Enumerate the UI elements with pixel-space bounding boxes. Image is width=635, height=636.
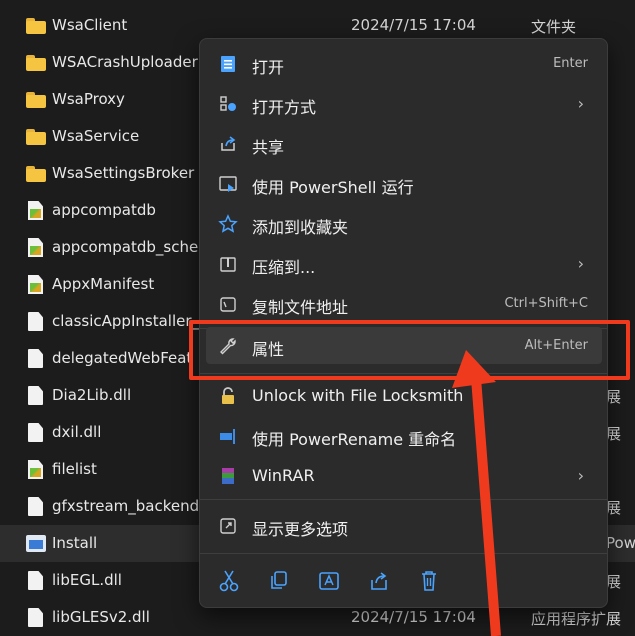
xml-file-icon (28, 238, 43, 257)
copy-path-icon (220, 297, 236, 312)
file-name: Dia2Lib.dll (52, 386, 132, 404)
menu-item-properties[interactable]: 属性 Alt+Enter (206, 327, 602, 364)
file-name: classicAppInstaller_ (52, 312, 200, 330)
menu-item-shortcut: Alt+Enter (524, 338, 588, 353)
chevron-right-icon: › (577, 466, 584, 485)
menu-item-label: WinRAR (252, 466, 315, 485)
folder-icon (26, 92, 46, 108)
file-name: AppxManifest (52, 275, 155, 293)
file-icon (28, 349, 43, 368)
dll-file-icon (28, 423, 43, 442)
cut-icon[interactable] (214, 567, 244, 595)
menu-item-compress[interactable]: 压缩到... › (206, 245, 602, 282)
menu-item-powershell[interactable]: 使用 PowerShell 运行 (206, 165, 602, 202)
menu-item-open[interactable]: 打开 Enter (206, 45, 602, 82)
file-name: appcompatdb (52, 201, 156, 219)
file-date: 2024/7/15 17:04 (351, 16, 476, 34)
file-name: WsaService (52, 127, 140, 145)
dll-file-icon (28, 386, 43, 405)
xml-file-icon (28, 275, 43, 294)
menu-item-more-options[interactable]: 显示更多选项 (206, 507, 602, 544)
file-date: 2024/7/15 17:04 (351, 608, 476, 626)
file-icon (28, 312, 43, 331)
menu-item-open-with[interactable]: 打开方式 › (206, 85, 602, 122)
copy-icon[interactable] (264, 567, 294, 595)
installer-icon (26, 535, 46, 552)
file-type: 展 (606, 388, 622, 406)
open-icon (221, 56, 235, 72)
folder-icon (26, 129, 46, 145)
menu-item-file-locksmith[interactable]: Unlock with File Locksmith (206, 377, 602, 414)
winrar-icon (222, 468, 234, 484)
menu-item-copy-path[interactable]: 复制文件地址 Ctrl+Shift+C (206, 285, 602, 322)
menu-item-label: 压缩到... (252, 258, 316, 277)
file-name: gfxstream_backend. (52, 497, 204, 515)
menu-item-winrar[interactable]: WinRAR › (206, 457, 602, 494)
file-type: Powe (606, 534, 635, 552)
xml-file-icon (28, 460, 43, 479)
file-type: 展 (606, 573, 622, 591)
wrench-icon (220, 338, 236, 355)
file-name: Install (52, 534, 98, 552)
menu-item-label: 属性 (252, 340, 285, 359)
dll-file-icon (28, 571, 43, 590)
powershell-icon (219, 176, 237, 192)
file-name: WsaProxy (52, 90, 125, 108)
menu-item-shortcut: Enter (553, 56, 588, 71)
file-name: libGLESv2.dll (52, 608, 150, 626)
dll-file-icon (28, 497, 43, 516)
share-icon (221, 136, 236, 151)
file-name: dxil.dll (52, 423, 102, 441)
chevron-right-icon: › (577, 254, 584, 273)
dll-file-icon (28, 608, 43, 627)
file-name: WSACrashUploader (52, 53, 198, 71)
open-with-icon (220, 96, 236, 111)
menu-item-label: 使用 PowerRename 重命名 (252, 430, 457, 449)
file-name: appcompatdb_sche (52, 238, 199, 256)
menu-item-label: 使用 PowerShell 运行 (252, 178, 414, 197)
more-options-icon (220, 518, 236, 534)
menu-item-powerrename[interactable]: 使用 PowerRename 重命名 (206, 417, 602, 454)
menu-separator (200, 499, 607, 500)
menu-item-label: 共享 (252, 138, 285, 157)
file-type: 文件夹 (531, 18, 577, 36)
menu-item-add-favorites[interactable]: 添加到收藏夹 (206, 205, 602, 242)
menu-separator (200, 373, 607, 374)
menu-item-label: Unlock with File Locksmith (252, 386, 464, 405)
file-type: 展 (606, 425, 622, 443)
star-icon (218, 214, 238, 233)
menu-item-shortcut: Ctrl+Shift+C (504, 296, 588, 311)
share-icon[interactable] (364, 567, 394, 595)
file-type: 展 (606, 499, 622, 517)
compress-icon (220, 257, 236, 272)
file-name: WsaSettingsBroker (52, 164, 195, 182)
file-name: filelist (52, 460, 97, 478)
file-type: 应用程序扩展 (531, 610, 622, 628)
menu-separator (200, 553, 607, 554)
file-name: libEGL.dll (52, 571, 122, 589)
file-name: delegatedWebFeat (52, 349, 193, 367)
folder-icon (26, 55, 46, 71)
file-name: WsaClient (52, 16, 128, 34)
xml-file-icon (28, 201, 43, 220)
quick-actions-bar (200, 561, 607, 601)
menu-item-label: 显示更多选项 (252, 520, 349, 539)
menu-item-label: 打开方式 (252, 98, 317, 117)
chevron-right-icon: › (577, 94, 584, 113)
rename-icon[interactable] (314, 567, 344, 595)
lock-icon (222, 387, 234, 404)
menu-item-share[interactable]: 共享 (206, 125, 602, 162)
context-menu: 打开 Enter 打开方式 › 共享 使用 PowerShell 运行 添加到收… (199, 38, 608, 608)
menu-item-label: 打开 (252, 58, 285, 77)
menu-item-label: 复制文件地址 (252, 298, 349, 317)
menu-item-label: 添加到收藏夹 (252, 218, 349, 237)
folder-icon (26, 166, 46, 182)
folder-icon (26, 18, 46, 34)
delete-icon[interactable] (414, 567, 444, 595)
powerrename-icon (220, 429, 235, 444)
